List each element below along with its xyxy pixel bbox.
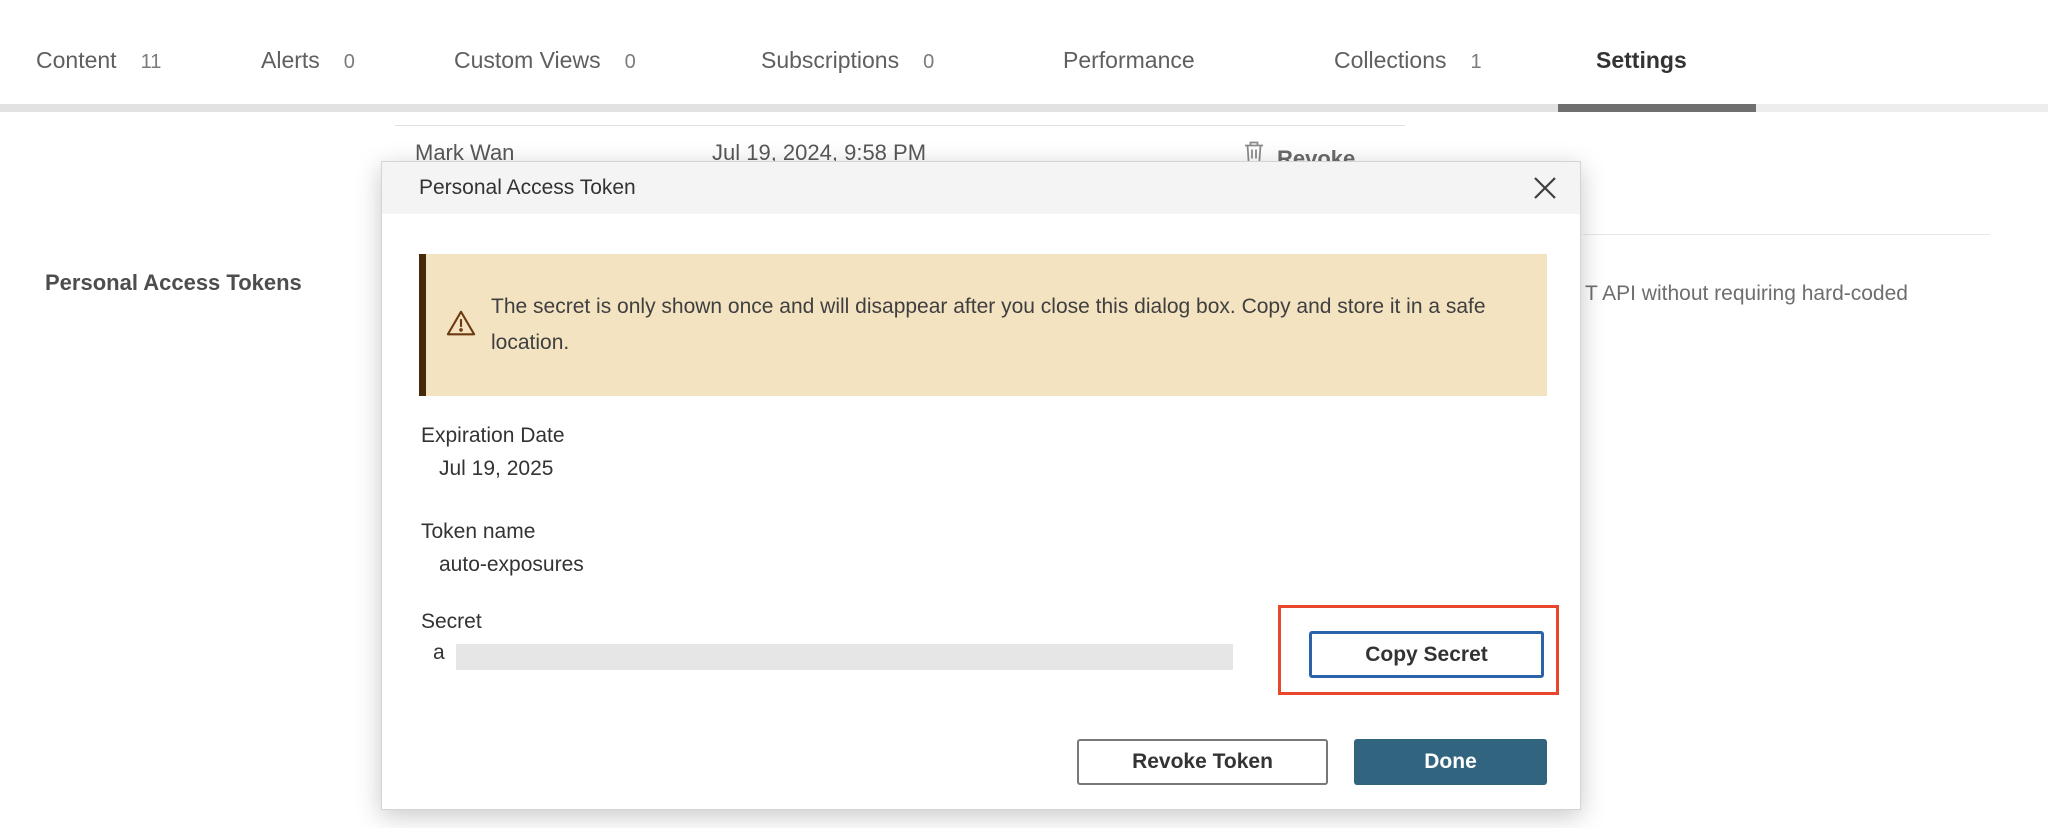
table-row-divider (395, 125, 1405, 126)
token-owner: Mark Wan (415, 140, 514, 163)
token-name-value: auto-exposures (439, 553, 584, 577)
dialog-title: Personal Access Token (419, 162, 636, 214)
secret-label: Secret (421, 610, 482, 634)
section-divider (1583, 234, 1990, 235)
expiration-date-label: Expiration Date (421, 424, 565, 448)
close-icon[interactable] (1532, 175, 1558, 201)
copy-secret-button[interactable]: Copy Secret (1309, 631, 1544, 678)
token-table-row: Mark Wan Jul 19, 2024, 9:58 PM Revoke (0, 0, 2048, 163)
personal-access-token-dialog: Personal Access Token The secret is only… (381, 161, 1581, 810)
warning-icon (446, 309, 476, 342)
done-button[interactable]: Done (1354, 739, 1547, 785)
revoke-token-button[interactable]: Revoke Token (1077, 739, 1328, 785)
secret-redacted-bar (456, 644, 1233, 670)
token-name-label: Token name (421, 520, 535, 544)
dialog-header: Personal Access Token (382, 162, 1580, 214)
section-heading: Personal Access Tokens (45, 270, 302, 296)
trash-icon[interactable] (1243, 139, 1265, 163)
token-created-timestamp: Jul 19, 2024, 9:58 PM (712, 140, 926, 163)
expiration-date-value: Jul 19, 2025 (439, 457, 553, 481)
warning-text: The secret is only shown once and will d… (491, 289, 1491, 361)
secret-value-prefix: a (433, 641, 445, 665)
secret-warning-banner: The secret is only shown once and will d… (419, 254, 1547, 396)
section-description-fragment: T API without requiring hard-coded (1585, 282, 1908, 306)
personal-access-token-page: Content 11 Alerts 0 Custom Views 0 Subsc… (0, 0, 2048, 828)
